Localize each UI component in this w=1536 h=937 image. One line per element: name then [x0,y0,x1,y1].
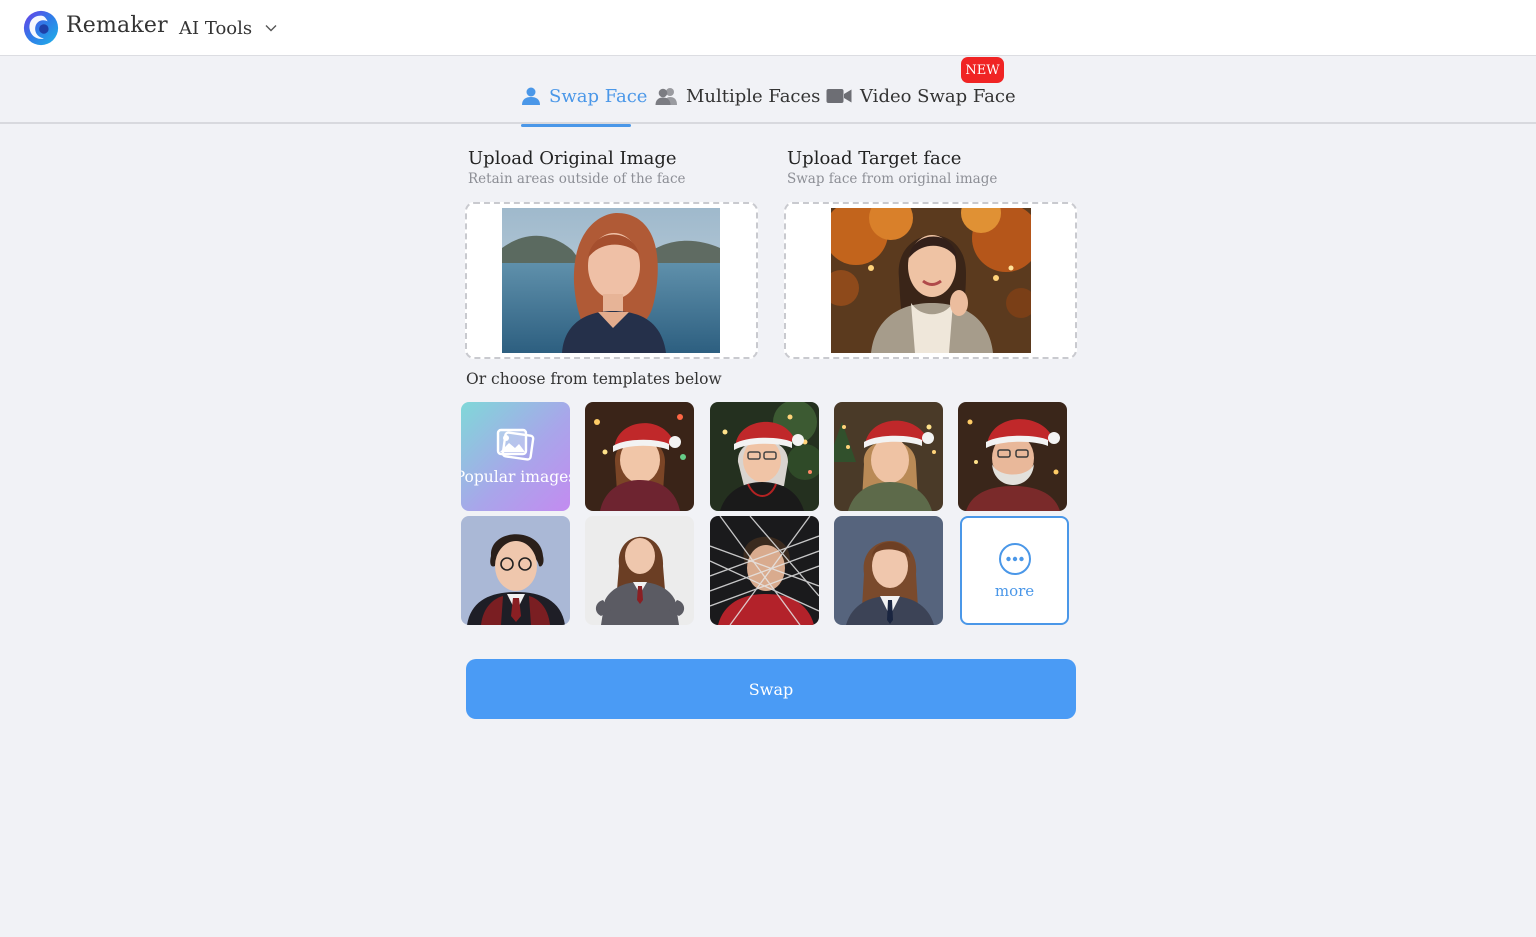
remaker-logo-icon[interactable] [22,9,60,47]
tab-swap-face-label: Swap Face [549,85,648,107]
swap-button[interactable]: Swap [466,659,1076,719]
template-image [585,402,694,511]
new-badge: NEW [961,57,1004,83]
upload-target-subtitle: Swap face from original image [787,171,998,187]
top-header: Remaker AI Tools [0,0,1536,56]
upload-original-subtitle: Retain areas outside of the face [468,171,686,187]
template-thumbnail[interactable] [710,402,819,511]
tab-swap-face[interactable]: Swap Face [521,83,647,109]
templates-label: Or choose from templates below [466,370,722,388]
user-icon [522,87,540,105]
tab-multiple-faces-label: Multiple Faces [686,85,821,107]
more-templates-button[interactable]: more [960,516,1069,625]
template-image [461,516,570,625]
ai-tools-label: AI Tools [179,17,253,39]
template-thumbnail[interactable] [585,402,694,511]
image-gallery-icon [496,428,534,461]
template-thumbnail[interactable] [834,516,943,625]
more-templates-label: more [994,581,1035,600]
popular-images-button[interactable]: Popular images [461,402,570,511]
tab-video-swap-face-label: Video Swap Face [860,85,1016,107]
template-thumbnail[interactable] [585,516,694,625]
ai-tools-menu[interactable]: AI Tools [179,15,278,41]
tab-video-swap-face[interactable]: Video Swap Face [826,83,1016,109]
template-thumbnail[interactable] [958,402,1067,511]
upload-target-title: Upload Target face [787,148,962,169]
active-tab-indicator [521,124,631,127]
upload-target-dropzone[interactable] [784,202,1077,359]
template-image [585,516,694,625]
upload-original-dropzone[interactable] [465,202,758,359]
popular-images-label: Popular images [461,467,570,486]
template-image [834,402,943,511]
template-image [834,516,943,625]
chevron-down-icon [265,25,277,32]
tabs-bar: Swap Face Multiple Faces Video Swap Face [0,56,1536,127]
template-thumbnail[interactable] [834,402,943,511]
template-thumbnail[interactable] [710,516,819,625]
video-camera-icon [826,89,852,103]
brand-name[interactable]: Remaker [66,13,168,38]
target-face-preview [831,208,1031,353]
upload-original-title: Upload Original Image [468,148,677,169]
original-image-preview [502,208,720,353]
users-icon [655,88,677,105]
template-image [958,402,1067,511]
template-thumbnail[interactable] [461,516,570,625]
tab-multiple-faces[interactable]: Multiple Faces [655,83,820,109]
template-image [710,402,819,511]
template-image [710,516,819,625]
more-dots-icon [998,542,1031,575]
